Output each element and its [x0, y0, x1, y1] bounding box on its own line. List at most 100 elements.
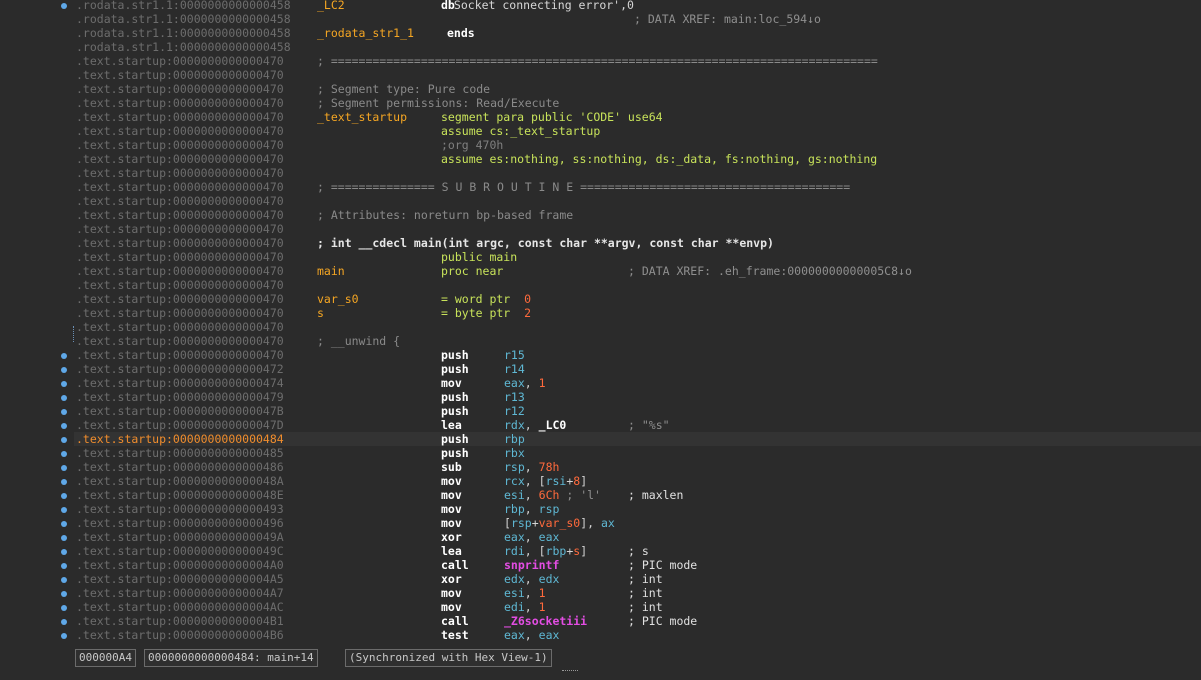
- line-address[interactable]: .text.startup:00000000000004AC: [76, 600, 284, 614]
- line-address[interactable]: .rodata.str1.1:0000000000000458: [76, 12, 291, 26]
- breakpoint-marker-icon[interactable]: [61, 451, 67, 457]
- listing-line[interactable]: .text.startup:000000000000049A xor eax, ea…: [74, 530, 1201, 544]
- line-address[interactable]: .text.startup:00000000000004B1: [76, 614, 284, 628]
- line-address[interactable]: .text.startup:0000000000000470: [76, 138, 284, 152]
- listing-line[interactable]: .text.startup:00000000000004A7 mov esi, 1;…: [74, 586, 1201, 600]
- line-operands[interactable]: rdx, _LC0: [504, 418, 566, 432]
- breakpoint-marker-icon[interactable]: [61, 563, 67, 569]
- listing-line[interactable]: .text.startup:0000000000000484 push rbp: [74, 432, 1201, 446]
- breakpoint-marker-icon[interactable]: [61, 465, 67, 471]
- breakpoint-marker-icon[interactable]: [61, 353, 67, 359]
- listing-line[interactable]: .text.startup:0000000000000470: [74, 68, 1201, 82]
- line-address[interactable]: .text.startup:00000000000004A0: [76, 558, 284, 572]
- listing-line[interactable]: .text.startup:0000000000000470 s = byte pt…: [74, 306, 1201, 320]
- line-operands[interactable]: rdi, [rbp+s]: [504, 544, 587, 558]
- listing-line[interactable]: .text.startup:0000000000000470 ; int __cd…: [74, 236, 1201, 250]
- listing-line[interactable]: .text.startup:00000000000004A0 call snprin…: [74, 558, 1201, 572]
- listing-line[interactable]: .text.startup:0000000000000493 mov rbp, rs…: [74, 502, 1201, 516]
- line-symbol[interactable]: _LC2: [317, 0, 345, 12]
- line-address[interactable]: .text.startup:00000000000004B6: [76, 628, 284, 642]
- line-address[interactable]: .text.startup:0000000000000484: [76, 432, 284, 446]
- listing-line[interactable]: .text.startup:0000000000000470 ;org 470h: [74, 138, 1201, 152]
- listing-line[interactable]: .text.startup:0000000000000485 push rbx: [74, 446, 1201, 460]
- line-address[interactable]: .text.startup:0000000000000470: [76, 96, 284, 110]
- line-symbol[interactable]: _text_startup: [317, 110, 407, 124]
- listing-line[interactable]: .text.startup:0000000000000470 _text_star…: [74, 110, 1201, 124]
- line-address[interactable]: .text.startup:0000000000000470: [76, 348, 284, 362]
- line-address[interactable]: .text.startup:0000000000000470: [76, 194, 284, 208]
- breakpoint-marker-icon[interactable]: [61, 3, 67, 9]
- line-address[interactable]: .text.startup:000000000000049A: [76, 530, 284, 544]
- line-address[interactable]: .text.startup:0000000000000485: [76, 446, 284, 460]
- line-operands[interactable]: r13: [504, 390, 525, 404]
- line-operands[interactable]: eax, eax: [504, 530, 559, 544]
- line-address[interactable]: .text.startup:0000000000000470: [76, 264, 284, 278]
- line-address[interactable]: .text.startup:0000000000000470: [76, 166, 284, 180]
- line-address[interactable]: .text.startup:0000000000000493: [76, 502, 284, 516]
- line-operands[interactable]: rcx, [rsi+8]: [504, 474, 587, 488]
- line-address[interactable]: .text.startup:000000000000048A: [76, 474, 284, 488]
- line-address[interactable]: .text.startup:0000000000000472: [76, 362, 284, 376]
- line-symbol[interactable]: s: [317, 306, 324, 320]
- line-address[interactable]: .text.startup:0000000000000470: [76, 236, 284, 250]
- listing-line[interactable]: .rodata.str1.1:0000000000000458 _LC2 db 'So…: [74, 0, 1201, 12]
- listing-line[interactable]: .text.startup:0000000000000474 mov eax, 1: [74, 376, 1201, 390]
- breakpoint-marker-icon[interactable]: [61, 619, 67, 625]
- listing-line[interactable]: .text.startup:000000000000049C lea rdi, [r…: [74, 544, 1201, 558]
- listing-line[interactable]: .text.startup:0000000000000470 main proc n…: [74, 264, 1201, 278]
- line-address[interactable]: .text.startup:000000000000048E: [76, 488, 284, 502]
- listing-line[interactable]: .text.startup:0000000000000470 assume cs:…: [74, 124, 1201, 138]
- line-address[interactable]: .text.startup:0000000000000470: [76, 222, 284, 236]
- line-address[interactable]: .text.startup:0000000000000470: [76, 124, 284, 138]
- listing-line[interactable]: .text.startup:0000000000000486 sub rsp, 78…: [74, 460, 1201, 474]
- breakpoint-marker-icon[interactable]: [61, 591, 67, 597]
- line-address[interactable]: .text.startup:000000000000047D: [76, 418, 284, 432]
- line-address[interactable]: .text.startup:0000000000000470: [76, 306, 284, 320]
- line-address[interactable]: .text.startup:0000000000000470: [76, 292, 284, 306]
- line-operands[interactable]: rbp: [504, 432, 525, 446]
- line-address[interactable]: .text.startup:000000000000049C: [76, 544, 284, 558]
- line-address[interactable]: .text.startup:0000000000000496: [76, 516, 284, 530]
- disassembly-listing[interactable]: .rodata.str1.1:0000000000000458 _LC2 db 'So…: [74, 0, 1201, 646]
- listing-line[interactable]: .rodata.str1.1:0000000000000458 ; DATA XR…: [74, 12, 1201, 26]
- line-operands[interactable]: esi, 6Ch ; 'l': [504, 488, 601, 502]
- breakpoint-marker-icon[interactable]: [61, 633, 67, 639]
- listing-line[interactable]: .text.startup:0000000000000470: [74, 278, 1201, 292]
- listing-line[interactable]: .text.startup:0000000000000472 push r14: [74, 362, 1201, 376]
- line-address[interactable]: .text.startup:0000000000000470: [76, 68, 284, 82]
- listing-line[interactable]: .text.startup:0000000000000470: [74, 166, 1201, 180]
- listing-line[interactable]: .text.startup:0000000000000479 push r13: [74, 390, 1201, 404]
- listing-line[interactable]: .text.startup:0000000000000470 public mai…: [74, 250, 1201, 264]
- line-address[interactable]: .text.startup:0000000000000470: [76, 278, 284, 292]
- line-address[interactable]: .text.startup:000000000000047B: [76, 404, 284, 418]
- listing-line[interactable]: .text.startup:0000000000000470: [74, 194, 1201, 208]
- line-operands[interactable]: rbp, rsp: [504, 502, 559, 516]
- line-address[interactable]: .text.startup:0000000000000470: [76, 334, 284, 348]
- line-address[interactable]: .text.startup:0000000000000470: [76, 180, 284, 194]
- resize-grip[interactable]: [562, 670, 578, 673]
- breakpoint-marker-icon[interactable]: [61, 493, 67, 499]
- line-operands[interactable]: edi, 1: [504, 600, 546, 614]
- line-address[interactable]: .text.startup:00000000000004A5: [76, 572, 284, 586]
- line-address[interactable]: .rodata.str1.1:0000000000000458: [76, 26, 291, 40]
- listing-line[interactable]: .text.startup:0000000000000470 ; ========…: [74, 180, 1201, 194]
- listing-line[interactable]: .text.startup:00000000000004A5 xor edx, ed…: [74, 572, 1201, 586]
- listing-line[interactable]: .text.startup:0000000000000470 assume es:…: [74, 152, 1201, 166]
- breakpoint-marker-icon[interactable]: [61, 367, 67, 373]
- listing-line[interactable]: .text.startup:000000000000048E mov esi, 6C…: [74, 488, 1201, 502]
- listing-line[interactable]: .text.startup:0000000000000470: [74, 222, 1201, 236]
- line-address[interactable]: .text.startup:0000000000000470: [76, 152, 284, 166]
- line-symbol[interactable]: _rodata_str1_1: [317, 26, 414, 40]
- line-address[interactable]: .rodata.str1.1:0000000000000458: [76, 40, 291, 54]
- line-symbol[interactable]: var_s0: [317, 292, 359, 306]
- breakpoint-marker-icon[interactable]: [61, 605, 67, 611]
- breakpoint-marker-icon[interactable]: [61, 437, 67, 443]
- line-address[interactable]: .text.startup:0000000000000479: [76, 390, 284, 404]
- line-operands[interactable]: 'Socket connecting error',0: [447, 0, 634, 12]
- line-operands[interactable]: _Z6socketiii: [504, 614, 587, 628]
- line-address[interactable]: .text.startup:00000000000004A7: [76, 586, 284, 600]
- line-operands[interactable]: eax, eax: [504, 628, 559, 642]
- line-address[interactable]: .text.startup:0000000000000470: [76, 320, 284, 334]
- line-address[interactable]: .text.startup:0000000000000474: [76, 376, 284, 390]
- listing-line[interactable]: .text.startup:000000000000048A mov rcx, [r…: [74, 474, 1201, 488]
